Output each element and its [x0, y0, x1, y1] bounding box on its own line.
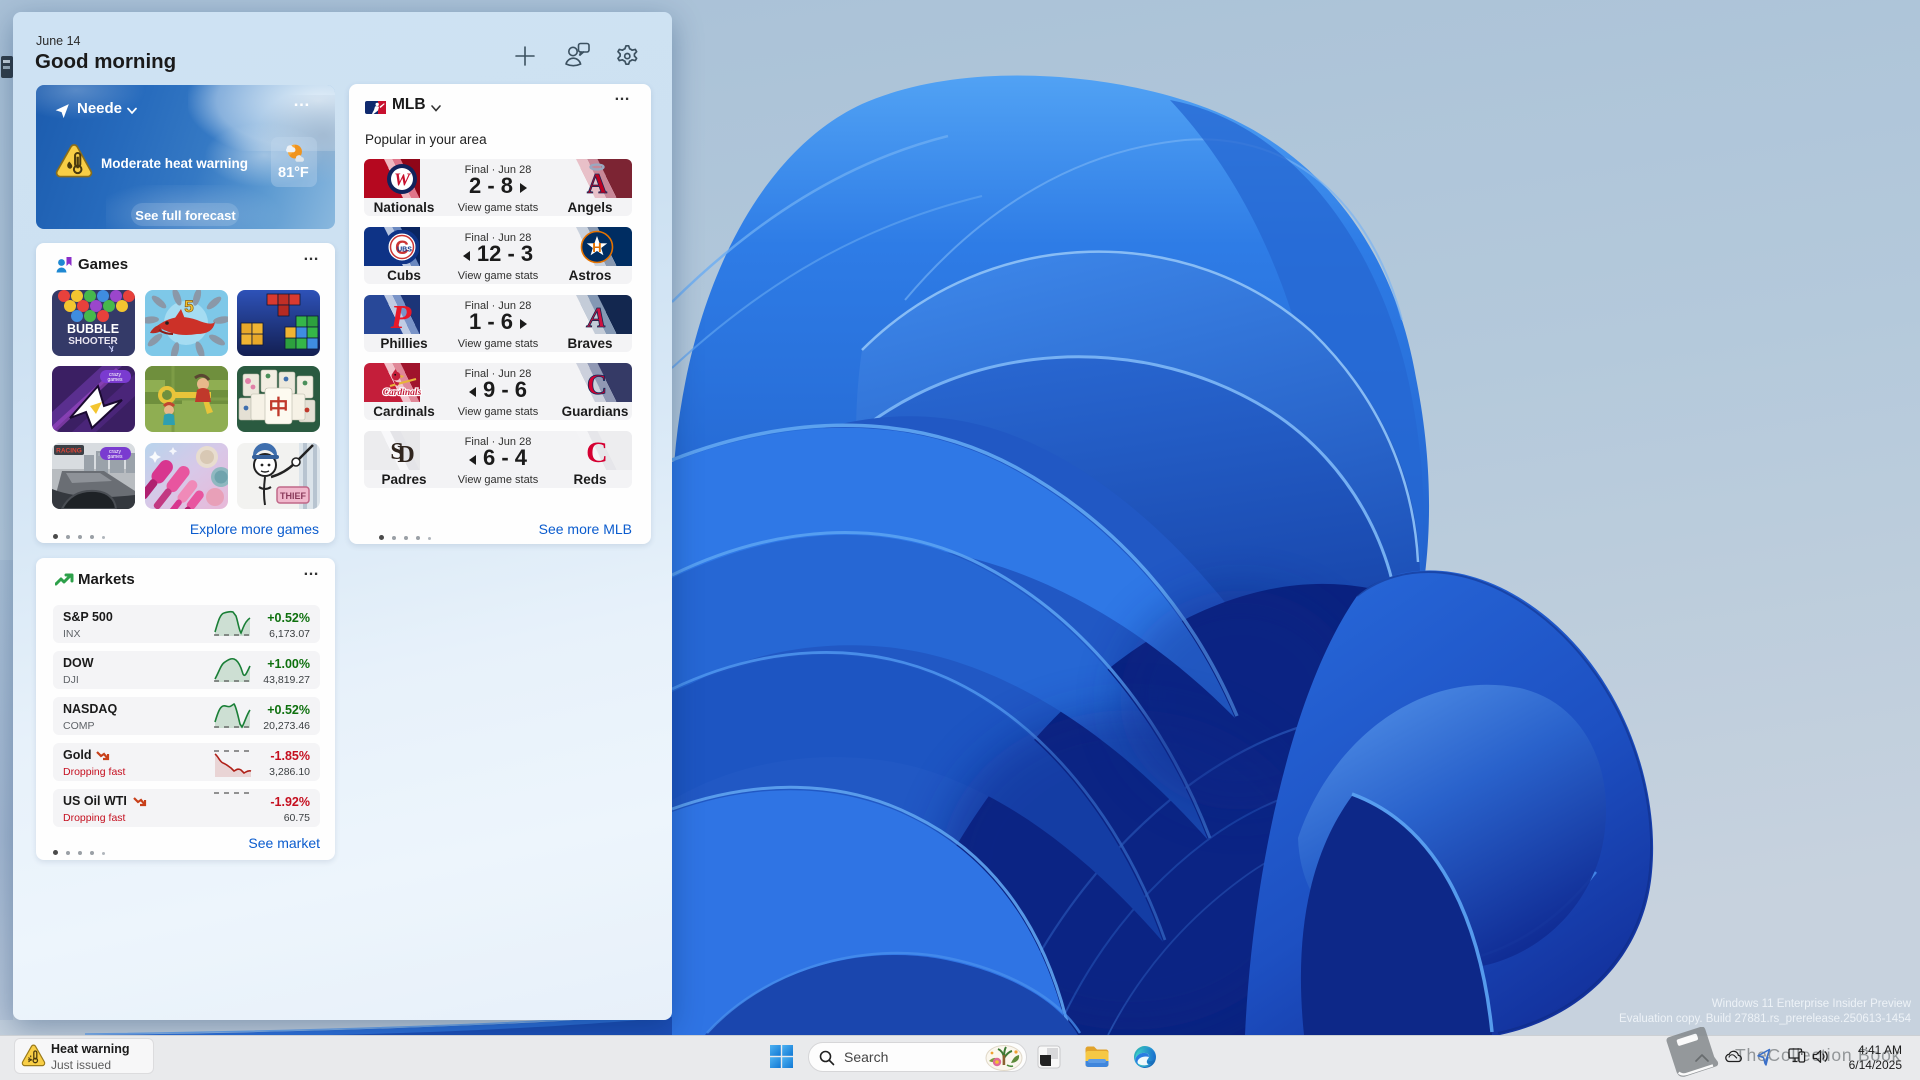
svg-text:RACING: RACING [56, 448, 82, 455]
svg-text:THIEF: THIEF [280, 491, 307, 501]
svg-text:games: games [107, 454, 123, 460]
svg-text:5: 5 [184, 297, 193, 316]
svg-text:games: games [107, 377, 123, 383]
svg-text:BUBBLE: BUBBLE [67, 322, 119, 336]
svg-text:SHOOTER: SHOOTER [68, 336, 118, 347]
svg-text:中: 中 [269, 395, 289, 419]
